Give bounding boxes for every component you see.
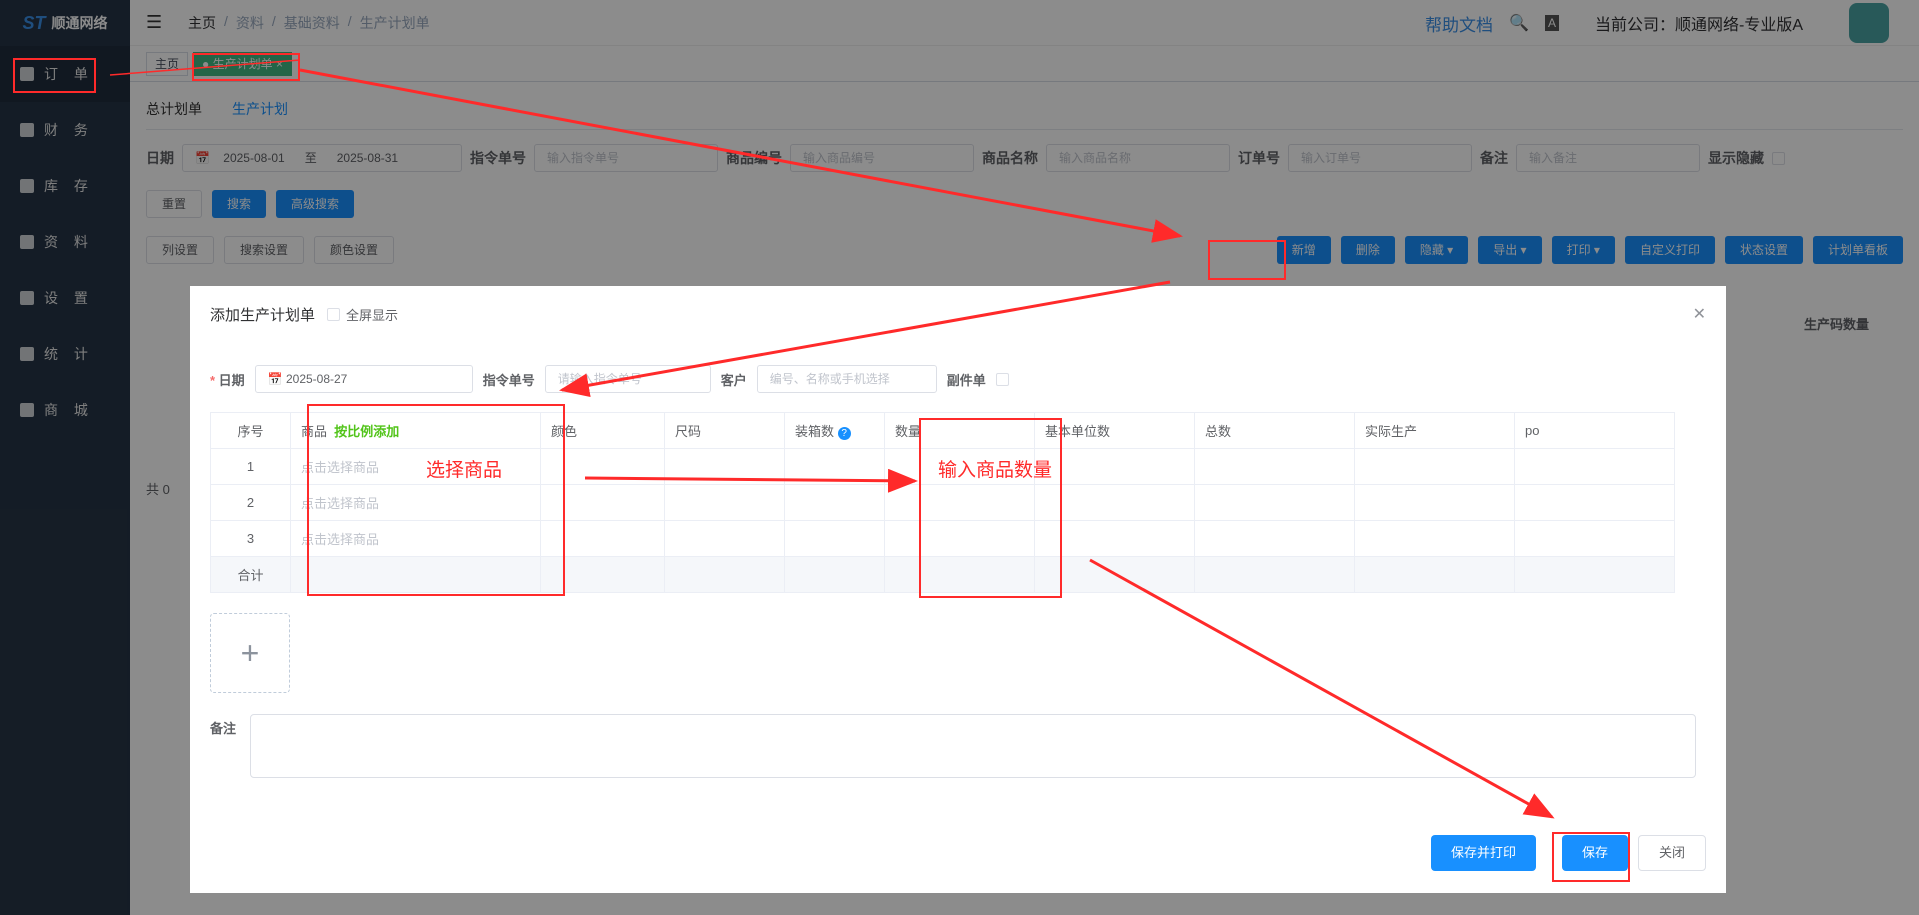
actual-cell[interactable] [1354, 484, 1515, 521]
column-header: 尺码 [664, 412, 785, 449]
size-cell[interactable] [664, 448, 785, 485]
column-header: 序号 [210, 412, 291, 449]
box-cell[interactable] [784, 448, 885, 485]
help-icon[interactable]: ? [837, 427, 851, 440]
row-number: 3 [210, 520, 291, 557]
annotation-box-tab [192, 53, 300, 81]
remark-textarea[interactable] [250, 714, 1696, 778]
close-icon[interactable]: ✕ [1693, 304, 1706, 324]
customer-select[interactable]: 编号、名称或手机选择 [756, 365, 937, 393]
customer-label: 客户 [720, 372, 747, 388]
actual-cell[interactable] [1354, 520, 1515, 557]
row-number: 2 [210, 484, 291, 521]
cmd-label: 指令单号 [482, 372, 535, 388]
save-print-button[interactable]: 保存并打印 [1430, 835, 1536, 871]
po-cell[interactable] [1514, 484, 1675, 521]
sub-label: 副件单 [946, 372, 986, 388]
po-cell[interactable] [1514, 448, 1675, 485]
column-header: 装箱数 ? [784, 412, 885, 449]
box-cell[interactable] [784, 484, 885, 521]
annotation-box-orders [13, 58, 96, 93]
sub-order-checkbox[interactable] [995, 372, 1009, 386]
column-header: 实际生产 [1354, 412, 1515, 449]
total-cell [1194, 484, 1355, 521]
remark-label: 备注 [210, 721, 237, 736]
box-cell[interactable] [784, 520, 885, 557]
add-row-button[interactable]: + [210, 613, 290, 693]
annotation-select-goods: 选择商品 [426, 460, 503, 481]
dialog-header: 添加生产计划单 全屏显示 [190, 286, 1726, 342]
sum-label: 合计 [210, 556, 291, 593]
row-number: 1 [210, 448, 291, 485]
column-header: po [1514, 412, 1675, 449]
size-cell[interactable] [664, 520, 785, 557]
column-header: 总数 [1194, 412, 1355, 449]
annotation-box-save [1552, 832, 1630, 882]
total-cell [1194, 520, 1355, 557]
po-cell[interactable] [1514, 520, 1675, 557]
date-picker[interactable]: 📅 2025-08-27 [254, 365, 473, 393]
dialog-title: 添加生产计划单 [210, 306, 316, 324]
annotation-input-qty: 输入商品数量 [938, 460, 1053, 481]
cmd-input[interactable]: 请输入指令单号 [544, 365, 711, 393]
annotation-box-goods [307, 404, 565, 596]
annotation-box-add [1208, 240, 1286, 280]
fullscreen-label: 全屏显示 [346, 307, 399, 323]
dialog-form: * 日期 📅 2025-08-27 指令单号 请输入指令单号 客户 编号、名称或… [210, 365, 1009, 393]
total-cell [1194, 448, 1355, 485]
close-button[interactable]: 关闭 [1637, 835, 1706, 871]
date-label: * 日期 [210, 372, 245, 388]
annotation-box-qty [919, 418, 1062, 598]
actual-cell[interactable] [1354, 448, 1515, 485]
size-cell[interactable] [664, 484, 785, 521]
fullscreen-checkbox[interactable] [327, 307, 341, 321]
